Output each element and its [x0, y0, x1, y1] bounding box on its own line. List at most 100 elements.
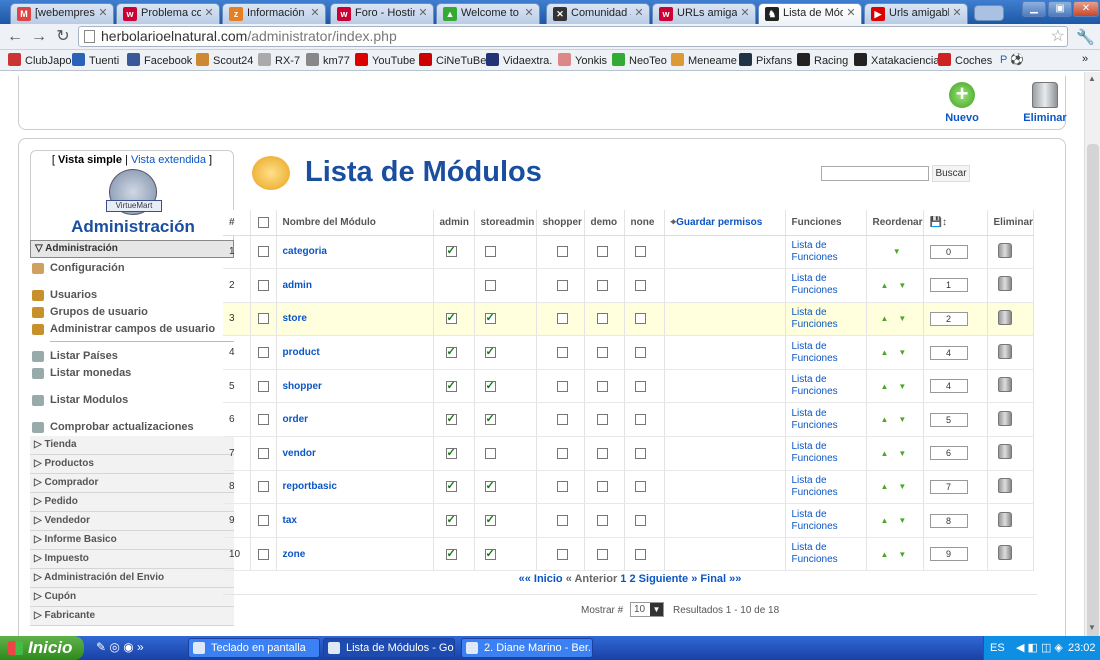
browser-tab[interactable]: w Foro - Hosting✕ [330, 3, 434, 24]
taskbar-button[interactable]: 2. Diane Marino - Ber... [461, 638, 593, 658]
none-permission-checkbox[interactable] [634, 514, 646, 526]
bookmark-item[interactable]: NeoTeo [612, 53, 667, 67]
row-select-checkbox[interactable] [257, 313, 269, 325]
none-permission-checkbox[interactable] [634, 414, 646, 426]
storeadmin-permission-checkbox[interactable] [484, 246, 496, 258]
shopper-permission-checkbox[interactable] [556, 481, 568, 493]
module-name-link[interactable]: categoria [283, 246, 327, 257]
storeadmin-permission-checkbox[interactable] [484, 345, 496, 358]
bookmark-item[interactable]: RX-7 [258, 53, 300, 67]
none-permission-checkbox[interactable] [634, 279, 646, 291]
row-select-checkbox[interactable] [257, 548, 269, 560]
bookmark-item[interactable]: Xatakaciencia [854, 53, 940, 67]
browser-tab[interactable]: ▶ Urls amigables e✕ [864, 3, 968, 24]
tab-close-icon[interactable]: ✕ [523, 6, 535, 20]
admin-permission-checkbox[interactable] [445, 412, 457, 426]
bookmark-item[interactable]: Meneame [671, 53, 737, 67]
bookmark-item[interactable]: Facebook [127, 53, 192, 67]
window-close-icon[interactable]: ✕ [1073, 1, 1099, 17]
none-permission-checkbox[interactable] [634, 447, 646, 459]
trash-icon[interactable] [997, 276, 1012, 292]
trash-icon[interactable] [997, 511, 1012, 527]
demo-permission-checkbox[interactable] [596, 347, 608, 358]
reorder-arrows-icon[interactable]: ▲▼ [881, 516, 917, 525]
order-input[interactable]: 0 [929, 244, 968, 259]
col-save-permissions[interactable]: ⌖Guardar permisos [664, 210, 786, 236]
admin-permission-checkbox[interactable] [445, 513, 457, 526]
module-name-link[interactable]: admin [283, 280, 312, 291]
bookmark-item[interactable]: Yonkis [558, 53, 607, 67]
menu-category[interactable]: ▷ Administración del Envio [30, 569, 234, 588]
menu-category[interactable]: ▷ Informe Basico [30, 531, 234, 550]
shopper-permission-checkbox[interactable] [556, 347, 568, 358]
none-permission-checkbox[interactable] [634, 313, 646, 325]
tab-close-icon[interactable]: ✕ [739, 6, 751, 20]
module-name-link[interactable]: product [283, 347, 320, 358]
bookmark-item[interactable]: Pixfans [739, 53, 792, 67]
trash-icon[interactable] [997, 444, 1012, 460]
demo-permission-checkbox[interactable] [596, 514, 608, 526]
demo-permission-checkbox[interactable] [596, 279, 608, 291]
bookmark-item[interactable]: ClubJapo [8, 53, 71, 67]
admin-permission-checkbox[interactable] [445, 547, 457, 560]
reorder-arrows-icon[interactable]: ▲▼ [881, 348, 917, 357]
bookmark-item[interactable]: Vidaextra. [486, 53, 552, 67]
address-bar[interactable]: herbolarioelnatural.com/administrator/in… [78, 26, 1068, 47]
reorder-arrows-icon[interactable]: ▲▼ [881, 382, 917, 391]
browser-tab[interactable]: ▲ Welcome to the✕ [436, 3, 540, 24]
back-arrow-icon[interactable]: ← [6, 28, 24, 46]
reorder-arrows-icon[interactable]: ▲▼ [881, 314, 917, 323]
module-name-link[interactable]: reportbasic [283, 481, 337, 492]
pager-start[interactable]: «« Inicio [519, 573, 563, 585]
order-input[interactable]: 4 [929, 345, 968, 360]
bookmarks-overflow-icon[interactable]: » [1082, 53, 1088, 65]
shopper-permission-checkbox[interactable] [556, 313, 568, 325]
admin-permission-checkbox[interactable] [445, 479, 457, 493]
demo-permission-checkbox[interactable] [596, 481, 608, 493]
demo-permission-checkbox[interactable] [596, 313, 608, 325]
delete-button[interactable]: Eliminar [1020, 82, 1070, 124]
functions-list-link[interactable]: Lista de Funciones [792, 542, 852, 566]
bookmark-item[interactable]: CiNeTuBe [419, 53, 486, 67]
trash-icon[interactable] [997, 242, 1012, 258]
menu-item[interactable]: Listar Países [30, 348, 234, 365]
menu-item[interactable]: Administrar campos de usuario [30, 321, 234, 338]
menu-item[interactable]: Usuarios [30, 287, 234, 304]
shopper-permission-checkbox[interactable] [556, 548, 568, 560]
save-order-icon[interactable]: 💾 [930, 217, 942, 228]
pager-page-2[interactable]: 2 [629, 573, 635, 585]
menu-item[interactable]: Comprobar actualizaciones [30, 419, 234, 436]
pager-last[interactable]: Final »» [700, 573, 741, 585]
storeadmin-permission-checkbox[interactable] [484, 479, 496, 493]
view-simple-link[interactable]: Vista simple [58, 154, 122, 166]
shopper-permission-checkbox[interactable] [556, 246, 568, 258]
menu-category[interactable]: ▷ Fabricante [30, 607, 234, 626]
reorder-arrows-icon[interactable]: ▲▼ [881, 281, 917, 290]
functions-list-link[interactable]: Lista de Funciones [792, 273, 852, 297]
bookmark-item[interactable]: Racing [797, 53, 848, 67]
tab-close-icon[interactable]: ✕ [309, 6, 321, 20]
functions-list-link[interactable]: Lista de Funciones [792, 374, 852, 398]
functions-list-link[interactable]: Lista de Funciones [792, 408, 852, 432]
menu-category[interactable]: ▷ Comprador [30, 474, 234, 493]
functions-list-link[interactable]: Lista de Funciones [792, 475, 852, 499]
minimize-icon[interactable]: ▁ [1022, 1, 1046, 17]
bookmark-item[interactable]: km77 [306, 53, 350, 67]
none-permission-checkbox[interactable] [634, 481, 646, 493]
select-all-checkbox[interactable] [257, 216, 269, 228]
functions-list-link[interactable]: Lista de Funciones [792, 240, 852, 264]
menu-item[interactable]: Listar Modulos [30, 392, 234, 409]
browser-tab[interactable]: w Problema con vi✕ [116, 3, 220, 24]
row-select-checkbox[interactable] [257, 279, 269, 291]
reorder-arrows-icon[interactable]: ▲▼ [881, 449, 917, 458]
order-input[interactable]: 4 [929, 379, 968, 394]
order-input[interactable]: 8 [929, 513, 968, 528]
search-button[interactable]: Buscar [932, 165, 970, 182]
reorder-arrows-icon[interactable]: ▲▼ [881, 550, 917, 559]
row-select-checkbox[interactable] [257, 414, 269, 426]
row-select-checkbox[interactable] [257, 481, 269, 493]
new-button[interactable]: + Nuevo [937, 82, 987, 125]
admin-permission-checkbox[interactable] [445, 345, 457, 358]
menu-item[interactable]: Grupos de usuario [30, 304, 234, 321]
view-extended-link[interactable]: Vista extendida [131, 154, 206, 166]
